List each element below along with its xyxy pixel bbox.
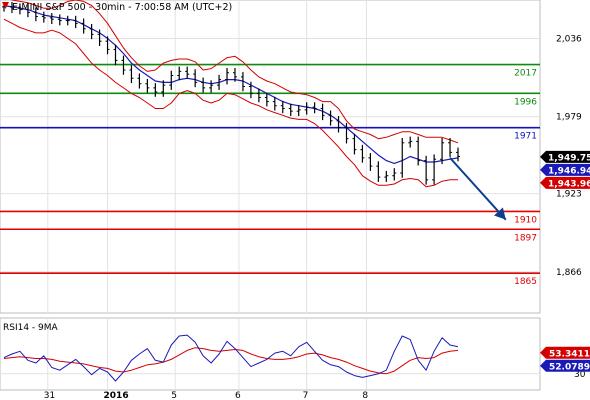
rsi-title: RSI14 - 9MA <box>3 323 59 333</box>
chart-title: E-MINI S&P 500 - 30min - 7:00:58 AM (UTC… <box>12 2 232 13</box>
x-tick-label: 8 <box>362 391 368 400</box>
rsi-tag-label: 53.3411 <box>549 349 590 359</box>
y-tick-label: 1,923 <box>556 190 582 200</box>
price-tag-label: 1,949.75 <box>548 153 590 163</box>
price-tag-label: 1,946.94 <box>548 166 590 176</box>
level-label: 1996 <box>514 97 537 107</box>
x-tick-label: 6 <box>235 391 241 400</box>
chart-canvas: 2017 1996 1971 1910 1897 1865 31 2016 5 6 7 8 2,036… <box>0 0 590 400</box>
level-label: 1910 <box>514 215 537 225</box>
x-tick-label: 7 <box>303 391 309 400</box>
level-label: 1897 <box>514 233 537 243</box>
y-tick-label: 1,866 <box>556 268 582 278</box>
price-tag-label: 1,943.96 <box>548 179 590 189</box>
rsi-panel <box>0 317 541 391</box>
level-label: 2017 <box>514 69 537 79</box>
x-tick-label: 2016 <box>104 391 129 400</box>
level-label: 1865 <box>514 277 537 287</box>
level-label: 1971 <box>514 132 537 142</box>
x-tick-label: 31 <box>44 391 55 400</box>
x-tick-label: 5 <box>171 391 177 400</box>
header: E-MINI S&P 500 - 30min - 7:00:58 AM (UTC… <box>2 2 232 13</box>
y-tick-label: 1,979 <box>556 113 582 123</box>
y-tick-label: 2,036 <box>556 34 582 44</box>
rsi-tag-label: 52.0789 <box>549 362 590 372</box>
